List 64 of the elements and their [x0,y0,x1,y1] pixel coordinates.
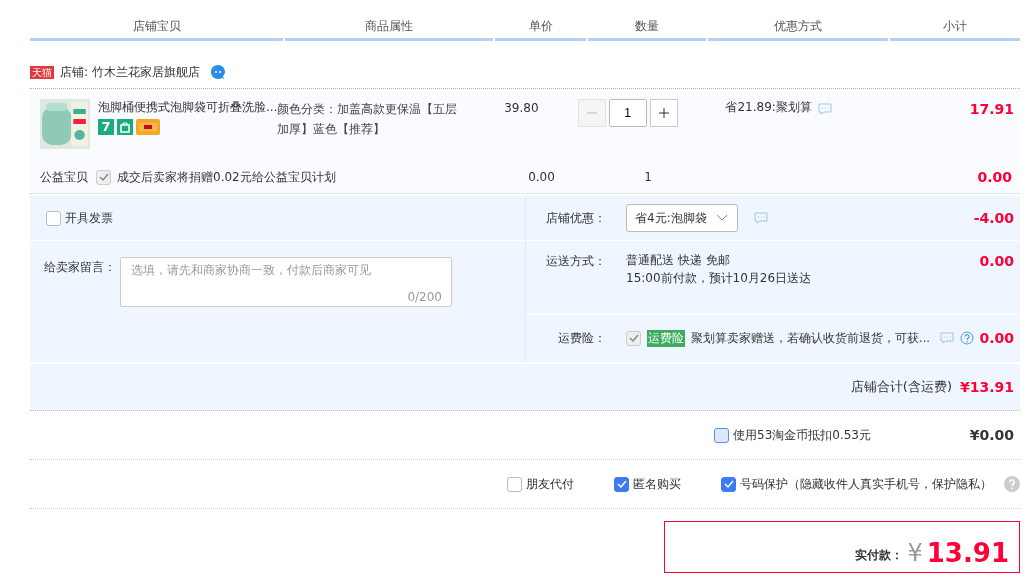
charity-subtotal: 0.00 [976,169,1013,185]
charity-text: 成交后卖家将捐赠0.02元给公益宝贝计划 [117,168,336,186]
product-attributes: 颜色分类：加盖高款更保温【五层加厚】蓝色【推荐】 [277,101,459,138]
message-icon[interactable] [753,212,768,224]
card-icon [136,119,160,135]
charity-price: 0.00 [527,170,556,184]
insurance-tag: 运费险 [647,329,685,347]
column-header: 店铺宝贝 [30,0,283,41]
store-name[interactable]: 店铺: 竹木兰花家居旗舰店 [60,63,200,81]
message-icon[interactable] [939,332,954,344]
column-header: 数量 [588,0,706,41]
shipping-amount: 0.00 [979,252,1015,271]
insurance-amount: 0.00 [979,330,1015,346]
checkbox[interactable] [614,476,629,492]
character-counter: 0/200 [407,290,442,304]
column-header: 单价 [495,0,586,41]
discount-dropdown[interactable]: 省4元:泡脚袋 [626,204,738,232]
charity-quantity: 1 [643,170,653,184]
chevron-down-icon [714,213,729,223]
discount-amount: -4.00 [973,210,1015,226]
option-label[interactable]: 号码保护（隐藏收件人真实手机号，保护隐私） [740,475,992,493]
bag-icon [117,119,133,135]
promotion-text: 省21.89:聚划算 [725,99,812,116]
checkbox[interactable] [721,476,736,492]
checkbox[interactable] [626,330,641,346]
help-icon[interactable] [1004,476,1020,492]
column-header: 小计 [890,0,1020,41]
shipping-info: 15:00前付款，预计10月26日送达 [626,271,812,285]
shipping-label: 运送方式： [545,253,606,270]
column-header: 优惠方式 [708,0,888,41]
store-total-label: 店铺合计(含运费) [850,378,952,396]
decrease-button[interactable] [577,99,606,127]
discount-label: 店铺优惠： [545,209,606,227]
subtotal: 17.91 [968,100,1015,119]
return-badge: 7 [98,119,114,135]
coins-label[interactable]: 使用53淘金币抵扣0.53元 [733,426,913,444]
chat-icon[interactable] [209,64,226,80]
store-total-amount: ¥13.91 [959,379,1015,395]
message-icon[interactable] [817,103,832,115]
currency-sign: ¥ [907,538,923,568]
product-title[interactable]: 泡脚桶便携式泡脚袋可折叠洗脸... [98,99,278,116]
help-icon[interactable] [959,331,974,345]
insurance-label: 运费险： [557,329,606,347]
payment-amount: 13.91 [926,538,1009,568]
charity-label: 公益宝贝 [40,168,88,186]
increase-button[interactable] [649,99,678,127]
insurance-text: 聚划算卖家赠送，若确认收货前退货，可获... [691,330,930,346]
column-header: 商品属性 [285,0,493,41]
option-label[interactable]: 匿名购买 [633,475,681,493]
plus-icon [657,107,670,119]
coins-amount: ¥0.00 [969,427,1015,443]
payment-label: 实付款： [855,547,904,564]
placeholder: 选填，请先和商家协商一致，付款后商家可见 [131,263,371,277]
checkbox[interactable] [714,427,729,443]
shipping-info: 普通配送 快递 免邮 [626,253,730,267]
message-label: 给卖家留言： [44,259,116,276]
store-badge: 天猫 [30,65,54,79]
checkbox[interactable] [46,210,61,226]
invoice-label[interactable]: 开具发票 [65,209,113,227]
checkbox[interactable] [96,169,111,185]
checkbox[interactable] [507,476,522,492]
quantity-field[interactable]: 1 [608,99,647,127]
option-label[interactable]: 朋友代付 [526,475,574,493]
unit-price: 39.80 [503,100,540,117]
